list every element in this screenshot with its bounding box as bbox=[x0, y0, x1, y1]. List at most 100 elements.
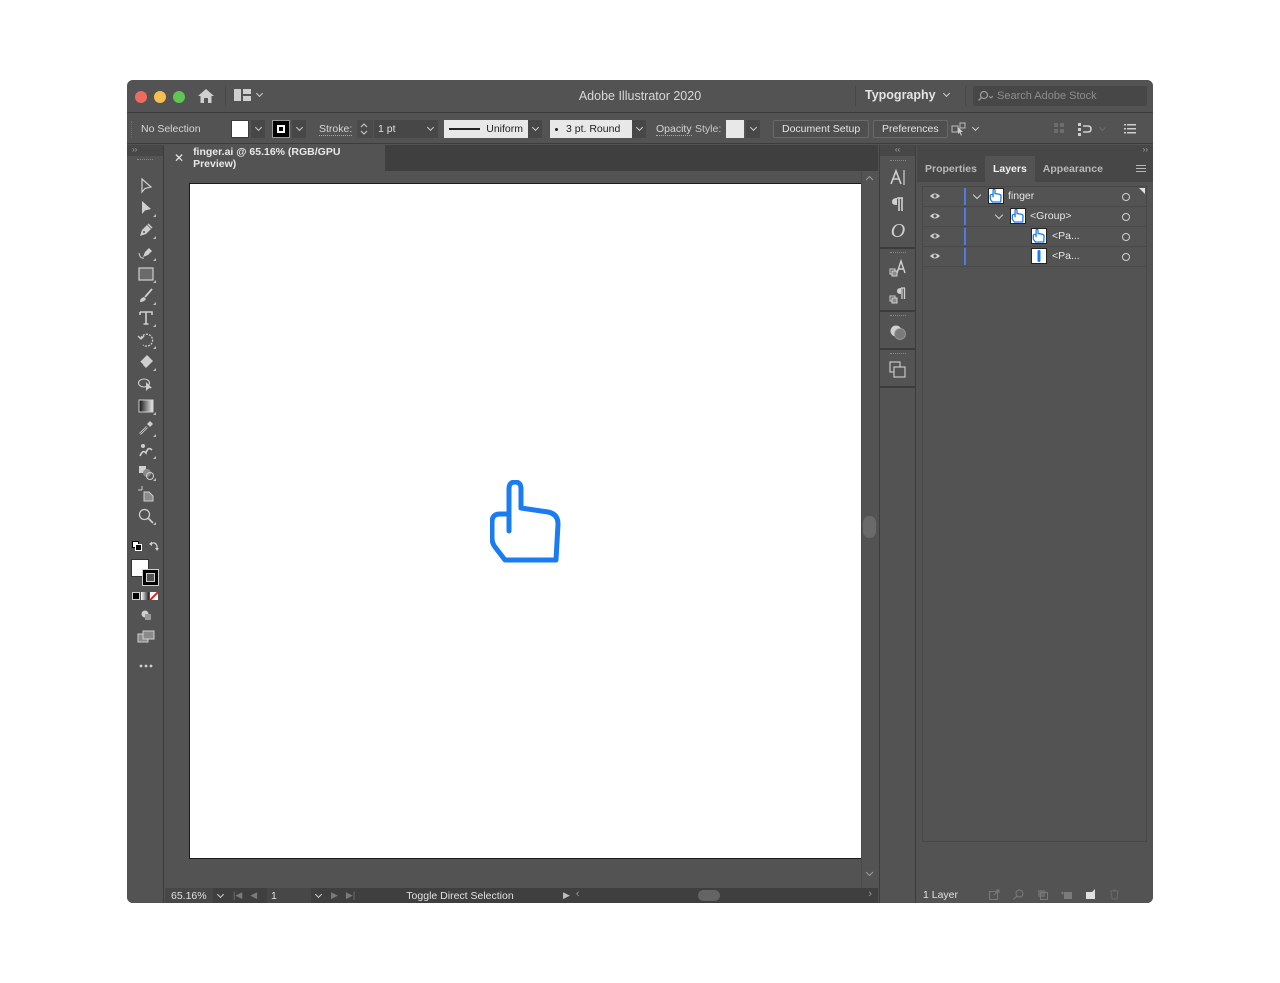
edit-toolbar-button[interactable] bbox=[135, 656, 157, 676]
eraser-tool[interactable] bbox=[135, 352, 157, 372]
fill-dropdown[interactable] bbox=[251, 120, 265, 138]
target-circle-icon[interactable] bbox=[1122, 233, 1130, 241]
gradient-tool[interactable] bbox=[135, 396, 157, 416]
search-adobe-stock-input[interactable]: Search Adobe Stock bbox=[973, 86, 1147, 106]
stroke-dropdown[interactable] bbox=[292, 120, 306, 138]
fill-swatch[interactable] bbox=[231, 120, 249, 138]
stroke-swatch[interactable] bbox=[272, 120, 290, 138]
previous-artboard-icon[interactable]: ◀ bbox=[250, 890, 257, 901]
panel-options-icon[interactable] bbox=[1124, 120, 1136, 138]
style-dropdown[interactable] bbox=[746, 120, 760, 138]
artboards-panel-button[interactable] bbox=[888, 359, 908, 381]
panel-menu-icon[interactable] bbox=[1136, 165, 1146, 174]
select-similar-button[interactable] bbox=[951, 120, 980, 138]
brush-definition[interactable]: 3 pt. Round bbox=[550, 120, 646, 138]
opentype-panel-button[interactable]: O bbox=[888, 220, 908, 242]
target-circle-icon[interactable] bbox=[1122, 193, 1130, 201]
scroll-left-icon[interactable]: ‹ bbox=[576, 888, 580, 900]
brush-dropdown[interactable] bbox=[632, 120, 646, 138]
expand-chevron-icon[interactable] bbox=[972, 190, 982, 200]
collapse-panel-button[interactable]: ›› bbox=[127, 145, 163, 156]
target-circle-icon[interactable] bbox=[1122, 213, 1130, 221]
artboard-number-input[interactable]: 1 bbox=[267, 888, 311, 903]
last-artboard-icon[interactable]: ▶| bbox=[346, 890, 355, 901]
layer-row[interactable]: <Pa... bbox=[923, 227, 1146, 247]
pointing-hand-icon[interactable] bbox=[490, 480, 564, 566]
minimize-window-button[interactable] bbox=[154, 91, 166, 103]
graphic-style-swatch[interactable] bbox=[726, 120, 760, 138]
symbol-sprayer-tool[interactable] bbox=[135, 440, 157, 460]
zoom-window-button[interactable] bbox=[173, 91, 185, 103]
tab-layers[interactable]: Layers bbox=[984, 156, 1035, 182]
visibility-eye-icon[interactable] bbox=[929, 252, 941, 260]
stepper-arrows[interactable] bbox=[357, 120, 373, 138]
stroke-weight-stepper[interactable]: 1 pt bbox=[357, 120, 438, 138]
next-artboard-icon[interactable]: ▶ bbox=[331, 890, 338, 901]
vertical-scroll-thumb[interactable] bbox=[863, 516, 876, 538]
paragraph-panel-button[interactable] bbox=[888, 193, 908, 215]
document-setup-button[interactable]: Document Setup bbox=[773, 120, 870, 138]
close-window-button[interactable] bbox=[135, 91, 147, 103]
stroke-weight-dropdown[interactable] bbox=[422, 120, 438, 138]
direct-selection-tool[interactable] bbox=[135, 198, 157, 218]
vertical-scrollbar[interactable] bbox=[861, 171, 877, 888]
character-panel-button[interactable] bbox=[888, 166, 908, 188]
none-mode-button[interactable] bbox=[150, 592, 158, 600]
canvas[interactable] bbox=[165, 171, 878, 888]
eyedropper-tool[interactable] bbox=[135, 418, 157, 438]
default-fill-stroke-button[interactable] bbox=[132, 541, 142, 551]
opacity-label[interactable]: Opacity bbox=[656, 123, 692, 136]
layer-name[interactable]: finger bbox=[1008, 190, 1034, 202]
make-clipping-mask-icon[interactable] bbox=[1037, 889, 1048, 900]
stroke-weight-input[interactable]: 1 pt bbox=[374, 120, 422, 138]
shape-builder-tool[interactable] bbox=[135, 462, 157, 482]
trash-icon[interactable] bbox=[1109, 889, 1120, 900]
curvature-tool[interactable] bbox=[135, 242, 157, 262]
stroke-label[interactable]: Stroke: bbox=[319, 123, 353, 136]
layer-row[interactable]: <Group> bbox=[923, 207, 1146, 227]
variable-width-profile[interactable]: Uniform bbox=[444, 120, 542, 138]
target-circle-icon[interactable] bbox=[1122, 253, 1130, 261]
profile-dropdown[interactable] bbox=[528, 120, 542, 138]
artboard[interactable] bbox=[189, 183, 862, 859]
export-icon[interactable] bbox=[989, 889, 1000, 900]
expand-panels-button[interactable]: ‹‹ bbox=[880, 145, 915, 156]
workspace-switcher[interactable]: Typography bbox=[865, 88, 950, 102]
horizontal-scroll-thumb[interactable] bbox=[697, 890, 720, 901]
layer-name[interactable]: <Pa... bbox=[1052, 230, 1080, 242]
collapse-panels-button[interactable]: ›› bbox=[917, 145, 1153, 156]
grip-handle[interactable] bbox=[137, 159, 153, 165]
type-tool[interactable] bbox=[135, 308, 157, 328]
new-layer-icon[interactable] bbox=[1085, 889, 1096, 900]
preferences-button[interactable]: Preferences bbox=[873, 120, 948, 138]
pen-tool[interactable] bbox=[135, 220, 157, 240]
draw-mode-button[interactable] bbox=[135, 605, 157, 625]
zoom-level-input[interactable]: 65.16% bbox=[165, 888, 213, 903]
rotate-tool[interactable] bbox=[135, 330, 157, 350]
layer-name[interactable]: <Group> bbox=[1030, 210, 1071, 222]
layer-name[interactable]: <Pa... bbox=[1052, 250, 1080, 262]
zoom-tool[interactable] bbox=[135, 506, 157, 526]
zoom-dropdown[interactable] bbox=[213, 888, 227, 903]
swap-fill-stroke-button[interactable] bbox=[149, 540, 160, 551]
scroll-right-icon[interactable]: › bbox=[868, 888, 872, 900]
artboard-dropdown[interactable] bbox=[311, 888, 325, 903]
rectangle-tool[interactable] bbox=[135, 264, 157, 284]
transform-button[interactable] bbox=[1078, 120, 1107, 138]
layer-row[interactable]: finger bbox=[923, 187, 1146, 207]
stroke-color[interactable] bbox=[272, 120, 290, 138]
stroke-color-swatch[interactable] bbox=[142, 569, 159, 586]
character-styles-button[interactable] bbox=[888, 257, 908, 279]
new-sublayer-icon[interactable] bbox=[1061, 889, 1072, 900]
horizontal-scrollbar[interactable]: ‹ › bbox=[570, 888, 878, 903]
scroll-down-icon[interactable] bbox=[865, 871, 874, 877]
tab-appearance[interactable]: Appearance bbox=[1035, 156, 1111, 182]
selection-tool[interactable] bbox=[135, 176, 157, 196]
visibility-eye-icon[interactable] bbox=[929, 192, 941, 200]
scroll-up-icon[interactable] bbox=[865, 175, 874, 181]
document-tab[interactable]: ✕ finger.ai @ 65.16% (RGB/GPU Preview) bbox=[165, 145, 385, 171]
paragraph-styles-button[interactable] bbox=[888, 284, 908, 306]
puppet-warp-tool[interactable] bbox=[135, 374, 157, 394]
grip-handle[interactable] bbox=[131, 121, 133, 137]
layer-row[interactable]: <Pa... bbox=[923, 247, 1146, 267]
